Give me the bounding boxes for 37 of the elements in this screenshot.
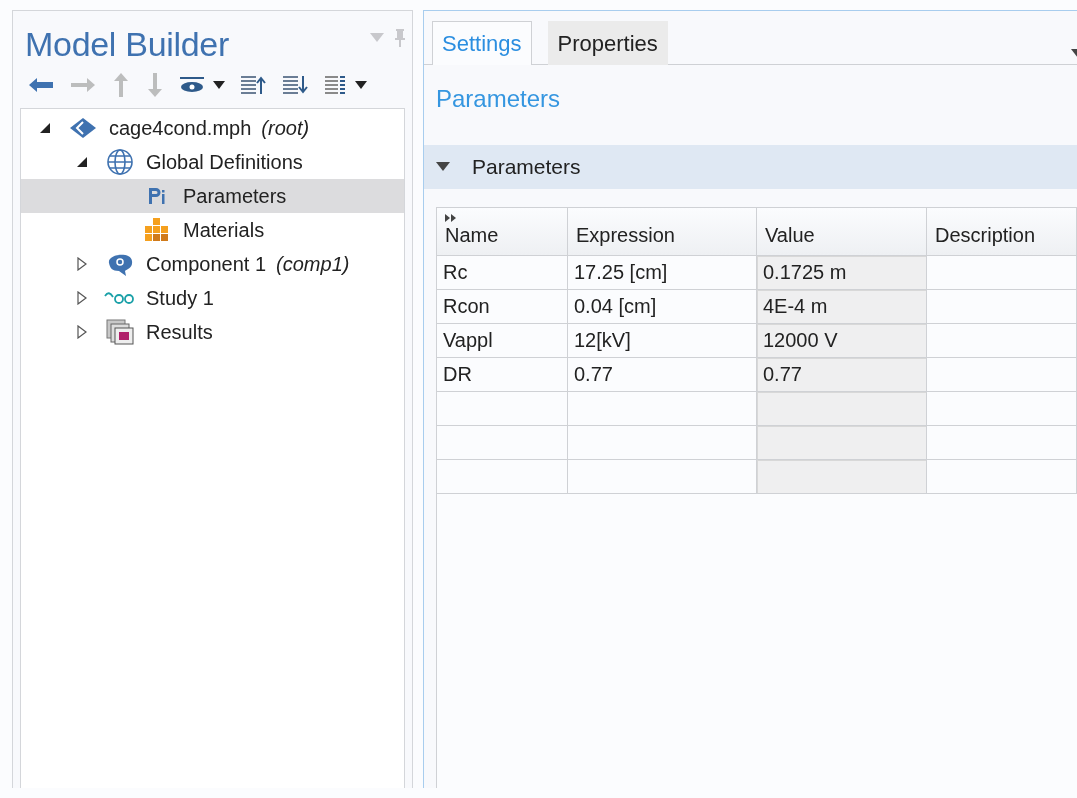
panel-title: Model Builder <box>25 25 229 64</box>
column-header[interactable]: Value <box>757 208 927 256</box>
table-cell[interactable]: 12000 V <box>757 324 927 358</box>
column-header[interactable]: Name <box>437 208 568 256</box>
tree-item[interactable]: Study 1 <box>21 281 404 315</box>
tree-item[interactable]: Component 1 (comp1) <box>21 247 404 281</box>
tree-item-label: Materials <box>183 218 265 242</box>
tree-item[interactable]: Materials <box>21 213 404 247</box>
tree-item[interactable]: Results <box>21 315 404 349</box>
section-header[interactable]: Parameters <box>424 145 1077 189</box>
table-cell[interactable]: 0.77 <box>757 358 927 392</box>
tree-item-note: (root) <box>261 116 310 140</box>
tree-item-label: cage4cond.mph <box>109 116 252 140</box>
table-cell[interactable]: 12[kV] <box>568 324 757 358</box>
tree-item[interactable]: Global Definitions <box>21 145 404 179</box>
tree-item[interactable]: cage4cond.mph (root) <box>21 111 404 145</box>
table-cell[interactable]: Vappl <box>437 324 568 358</box>
settings-heading: Parameters <box>436 85 561 112</box>
section-title: Parameters <box>472 155 581 179</box>
tree-item-label: Global Definitions <box>146 150 303 174</box>
column-header[interactable]: Description <box>927 208 1077 256</box>
tab[interactable]: Properties <box>547 21 668 65</box>
table-cell[interactable]: 0.1725 m <box>757 256 927 290</box>
table-cell[interactable]: Rc <box>437 256 568 290</box>
tree-item-label: Results <box>146 320 213 344</box>
table-cell[interactable]: DR <box>437 358 568 392</box>
table-cell[interactable]: 0.77 <box>568 358 757 392</box>
column-header[interactable]: Expression <box>568 208 757 256</box>
tree-item-note: (comp1) <box>276 252 350 276</box>
tree-item-label: Parameters <box>183 184 287 208</box>
tree-item[interactable]: Parameters <box>21 179 404 213</box>
table-cell[interactable]: 4E-4 m <box>757 290 927 324</box>
table-cell[interactable]: 0.04 [cm] <box>568 290 757 324</box>
tree-item-label: Component 1 <box>146 252 267 276</box>
tree-item-label: Study 1 <box>146 286 214 310</box>
table-cell[interactable]: Rcon <box>437 290 568 324</box>
table-cell[interactable]: 17.25 [cm] <box>568 256 757 290</box>
